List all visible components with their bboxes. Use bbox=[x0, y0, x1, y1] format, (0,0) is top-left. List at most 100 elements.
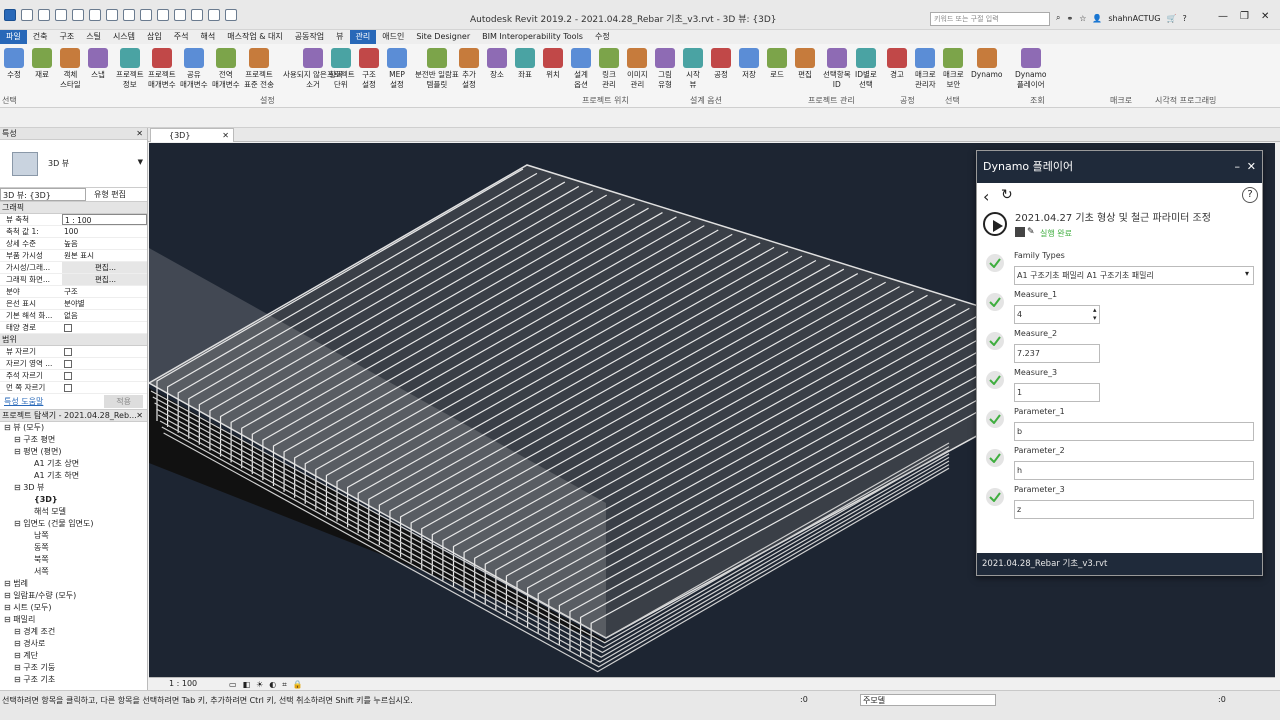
ribbon-button-18[interactable]: 설계 옵션 bbox=[571, 48, 591, 90]
edit-icon[interactable]: ✎ bbox=[1027, 227, 1035, 237]
tab-1[interactable]: 건축 bbox=[27, 30, 54, 44]
ribbon-button-28[interactable]: ID별로 선택 bbox=[855, 48, 877, 90]
tab-3[interactable]: 스틸 bbox=[80, 30, 107, 44]
restore-icon[interactable]: ❐ bbox=[1240, 11, 1249, 22]
browser-item[interactable]: ⊟ 범례 bbox=[0, 578, 147, 590]
dimension-icon[interactable] bbox=[140, 9, 152, 21]
browser-item[interactable]: 북쪽 bbox=[0, 554, 147, 566]
infocenter-icon[interactable]: ⚭ bbox=[1066, 14, 1073, 23]
checkbox[interactable] bbox=[64, 360, 72, 368]
browser-item[interactable]: ⊟ 시트 (모두) bbox=[0, 602, 147, 614]
property-value[interactable] bbox=[62, 382, 147, 393]
ribbon-button-1[interactable]: 재료 bbox=[32, 48, 52, 80]
property-row[interactable]: 그래픽 화면... 편집... bbox=[0, 274, 147, 286]
expand-icon[interactable]: ⊟ bbox=[14, 483, 23, 492]
text-icon[interactable] bbox=[157, 9, 169, 21]
browser-item[interactable]: ⊟ 평면 (평면) bbox=[0, 446, 147, 458]
ribbon-button-29[interactable]: 경고 bbox=[887, 48, 907, 80]
favorites-icon[interactable]: ☆ bbox=[1079, 14, 1086, 23]
property-row[interactable]: 가시성/그래... 편집... bbox=[0, 262, 147, 274]
ribbon-button-21[interactable]: 그림 유형 bbox=[655, 48, 675, 90]
crop-icon[interactable]: ⌗ bbox=[282, 680, 287, 690]
ribbon-button-3[interactable]: 스냅 bbox=[88, 48, 108, 80]
browser-item[interactable]: ⊟ 경계 조건 bbox=[0, 626, 147, 638]
section-range[interactable]: 범위 bbox=[0, 334, 147, 346]
open-icon[interactable] bbox=[21, 9, 33, 21]
redo-icon[interactable] bbox=[89, 9, 101, 21]
param-input[interactable]: 7.237 bbox=[1014, 344, 1100, 363]
tab-9[interactable]: 공동작업 bbox=[289, 30, 330, 44]
property-value[interactable]: 분야별 bbox=[62, 298, 147, 309]
tab-8[interactable]: 매스작업 & 대지 bbox=[221, 30, 288, 44]
expand-icon[interactable]: ⊟ bbox=[4, 579, 13, 588]
stepper-icon[interactable]: ▴ ▾ bbox=[1093, 306, 1097, 322]
measure-icon[interactable] bbox=[123, 9, 135, 21]
tab-0[interactable]: 파일 bbox=[0, 30, 27, 44]
ribbon-button-19[interactable]: 링크 관리 bbox=[599, 48, 619, 90]
close-icon[interactable]: ✕ bbox=[222, 129, 229, 143]
checkbox[interactable] bbox=[64, 324, 72, 332]
save-icon[interactable] bbox=[38, 9, 50, 21]
property-value[interactable] bbox=[62, 346, 147, 357]
user-icon[interactable]: 👤 bbox=[1092, 14, 1102, 23]
browser-item[interactable]: {3D} bbox=[0, 494, 147, 506]
property-row[interactable]: 뷰 자르기 bbox=[0, 346, 147, 358]
ribbon-button-33[interactable]: Dynamo 플레이어 bbox=[1015, 48, 1046, 90]
revit-logo-icon[interactable] bbox=[4, 9, 16, 21]
param-input[interactable]: h bbox=[1014, 461, 1254, 480]
ribbon-button-13[interactable]: 분전반 일람표 템플릿 bbox=[415, 48, 459, 90]
property-row[interactable]: 주석 자르기 bbox=[0, 370, 147, 382]
property-value[interactable]: 없음 bbox=[62, 310, 147, 321]
ribbon-button-4[interactable]: 프로젝트 정보 bbox=[116, 48, 144, 90]
expand-icon[interactable]: ⊟ bbox=[14, 519, 23, 528]
close-icon[interactable]: ✕ bbox=[1261, 11, 1269, 22]
ribbon-button-26[interactable]: 편집 bbox=[795, 48, 815, 80]
browser-item[interactable]: ⊟ 일람표/수량 (모두) bbox=[0, 590, 147, 602]
tab-11[interactable]: 관리 bbox=[349, 30, 377, 44]
property-row[interactable]: 축척 값 1: 100 bbox=[0, 226, 147, 238]
run-button[interactable] bbox=[983, 212, 1007, 236]
ribbon-button-12[interactable]: MEP 설정 bbox=[387, 48, 407, 90]
browser-item[interactable]: 해석 모델 bbox=[0, 506, 147, 518]
ribbon-button-6[interactable]: 공유 매개변수 bbox=[180, 48, 208, 90]
cart-icon[interactable]: 🛒 bbox=[1166, 14, 1176, 23]
param-input[interactable]: b bbox=[1014, 422, 1254, 441]
expand-icon[interactable]: ⊟ bbox=[4, 615, 13, 624]
edit-type-button[interactable]: 유형 편집 bbox=[86, 188, 126, 201]
close-icon[interactable]: ✕ bbox=[1247, 151, 1256, 183]
expand-icon[interactable]: ⊟ bbox=[14, 675, 23, 684]
section-graphics[interactable]: 그래픽 bbox=[0, 202, 147, 214]
property-row[interactable]: 먼 쪽 자르기 bbox=[0, 382, 147, 394]
ribbon-button-8[interactable]: 프로젝트 표준 전송 bbox=[244, 48, 274, 90]
expand-icon[interactable]: ⊟ bbox=[4, 591, 13, 600]
expand-icon[interactable]: ⊟ bbox=[4, 423, 13, 432]
browser-item[interactable]: ⊟ 3D 뷰 bbox=[0, 482, 147, 494]
tab-10[interactable]: 뷰 bbox=[330, 30, 349, 44]
ribbon-button-7[interactable]: 전역 매개변수 bbox=[212, 48, 240, 90]
browser-item[interactable]: ⊟ 구조 기둥 bbox=[0, 662, 147, 674]
browser-item[interactable]: ⊟ 계단 bbox=[0, 650, 147, 662]
property-value[interactable]: 1 : 100 bbox=[62, 214, 147, 225]
ribbon-button-23[interactable]: 공정 bbox=[711, 48, 731, 80]
section-icon[interactable] bbox=[191, 9, 203, 21]
checkbox[interactable] bbox=[64, 348, 72, 356]
ribbon-button-14[interactable]: 추가 설정 bbox=[459, 48, 479, 90]
property-row[interactable]: 자르기 영역 ... bbox=[0, 358, 147, 370]
minimize-icon[interactable]: – bbox=[1235, 151, 1241, 183]
detail-level-icon[interactable]: ▭ bbox=[229, 680, 237, 690]
browser-item[interactable]: 서쪽 bbox=[0, 566, 147, 578]
search-icon[interactable]: ⌕ bbox=[1056, 13, 1060, 23]
family-types-select[interactable]: A1 구조기초 패밀리 A1 구조기초 패밀리 bbox=[1014, 266, 1254, 285]
view-scale[interactable]: 1 : 100 bbox=[169, 679, 197, 688]
property-row[interactable]: 은선 표시 분야별 bbox=[0, 298, 147, 310]
tab-7[interactable]: 해석 bbox=[195, 30, 222, 44]
expand-icon[interactable]: ⊟ bbox=[14, 627, 23, 636]
ribbon-button-22[interactable]: 시작 뷰 bbox=[683, 48, 703, 90]
minimize-icon[interactable]: — bbox=[1218, 11, 1228, 22]
ribbon-button-5[interactable]: 프로젝트 매개변수 bbox=[148, 48, 176, 90]
expand-icon[interactable]: ⊟ bbox=[14, 639, 23, 648]
close-icon[interactable]: ✕ bbox=[136, 410, 143, 422]
browser-item[interactable]: ⊟ 구조 기초 bbox=[0, 674, 147, 686]
view-3d-icon[interactable] bbox=[174, 9, 186, 21]
ribbon-button-24[interactable]: 저장 bbox=[739, 48, 759, 80]
